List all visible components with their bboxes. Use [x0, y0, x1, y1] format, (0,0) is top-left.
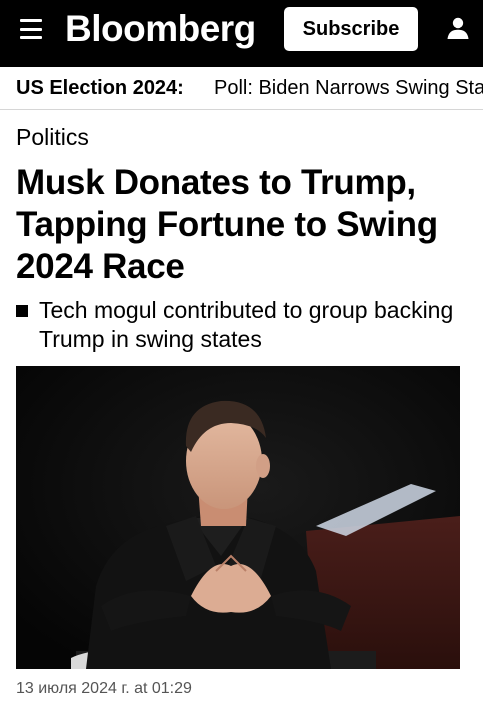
news-ticker: US Election 2024: Poll: Biden Narrows Sw… [0, 67, 483, 110]
article-category-link[interactable]: Politics [16, 124, 89, 151]
bloomberg-logo[interactable]: Bloomberg [65, 8, 256, 50]
hamburger-menu-icon[interactable] [20, 19, 42, 39]
user-account-icon[interactable] [446, 16, 470, 40]
top-navigation-bar: Bloomberg Subscribe [0, 0, 483, 67]
summary-bullet-icon [16, 305, 28, 317]
article-hero-image[interactable] [16, 366, 460, 669]
ticker-headline-link[interactable]: Poll: Biden Narrows Swing States Gap [214, 77, 483, 100]
subscribe-button[interactable]: Subscribe [284, 7, 418, 51]
article-summary: Tech mogul contributed to group backing … [16, 296, 456, 354]
summary-text: Tech mogul contributed to group backing … [39, 297, 454, 352]
ticker-label[interactable]: US Election 2024: [16, 77, 184, 100]
article-timestamp: 13 июля 2024 г. at 01:29 [16, 680, 192, 697]
hero-photo-illustration [16, 366, 460, 669]
article-headline: Musk Donates to Trump, Tapping Fortune t… [16, 163, 438, 286]
